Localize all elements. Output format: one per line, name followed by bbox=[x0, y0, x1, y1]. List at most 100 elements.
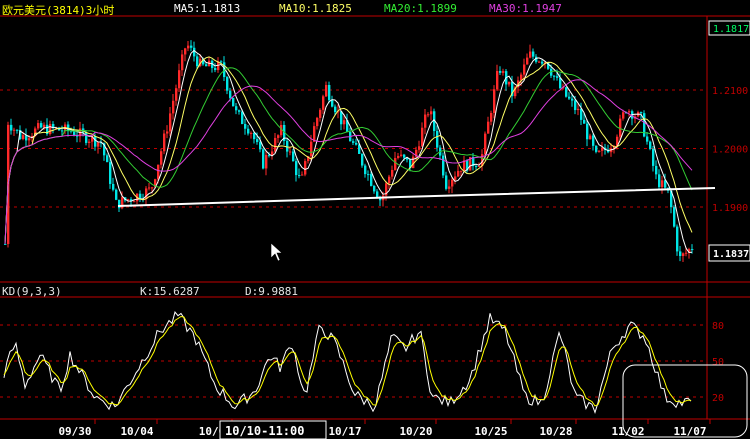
ma5-label: MA5:1.1813 bbox=[174, 2, 241, 15]
support-trendline bbox=[117, 187, 716, 207]
candle-up bbox=[313, 126, 316, 142]
candle-up bbox=[172, 100, 175, 114]
candle-up bbox=[133, 201, 136, 203]
candle-down bbox=[262, 149, 265, 169]
candle-up bbox=[250, 132, 253, 134]
candle-down bbox=[238, 110, 241, 112]
candle-down bbox=[256, 139, 259, 143]
candle-down bbox=[196, 56, 199, 67]
candle-up bbox=[487, 121, 490, 134]
date-label: 11/02 bbox=[611, 425, 644, 438]
date-label: 10/20 bbox=[399, 425, 432, 438]
candle-down bbox=[292, 151, 295, 162]
candle-up bbox=[277, 135, 280, 138]
candle-down bbox=[10, 124, 13, 131]
candle-up bbox=[322, 96, 325, 110]
candle-down bbox=[541, 61, 544, 64]
candle-up bbox=[175, 88, 178, 101]
candle-up bbox=[589, 135, 592, 140]
instrument-title: 欧元美元(3814)3小时 bbox=[2, 4, 115, 17]
candle-down bbox=[94, 136, 97, 147]
candle-down bbox=[499, 70, 502, 73]
candle-down bbox=[229, 90, 232, 98]
candle-down bbox=[109, 162, 112, 184]
candle-down bbox=[40, 123, 43, 128]
candle-down bbox=[286, 140, 289, 152]
candle-down bbox=[595, 145, 598, 152]
candle-down bbox=[568, 96, 571, 99]
ma5-line bbox=[4, 49, 693, 254]
candle-up bbox=[22, 135, 25, 140]
candle-up bbox=[430, 111, 433, 115]
candle-down bbox=[679, 251, 682, 256]
candle-up bbox=[628, 111, 631, 113]
candle-down bbox=[253, 132, 256, 140]
candle-down bbox=[658, 174, 661, 187]
candle-up bbox=[427, 114, 430, 116]
candle-up bbox=[451, 179, 454, 187]
current-price-label: 1.1837 bbox=[713, 249, 749, 260]
candle-up bbox=[484, 133, 487, 155]
candle-up bbox=[301, 174, 304, 176]
candle-up bbox=[661, 180, 664, 187]
candle-up bbox=[601, 147, 604, 151]
candle-up bbox=[310, 141, 313, 157]
date-label: 09/30 bbox=[58, 425, 91, 438]
candle-down bbox=[367, 174, 370, 176]
candle-down bbox=[361, 153, 364, 166]
date-label: 11/07 bbox=[673, 425, 706, 438]
candle-down bbox=[532, 51, 535, 57]
candle-up bbox=[490, 112, 493, 122]
candle-down bbox=[640, 112, 643, 114]
candle-up bbox=[88, 141, 91, 143]
date-label: 10/17 bbox=[328, 425, 361, 438]
kd-tick-label: 80 bbox=[712, 321, 724, 332]
candle-up bbox=[508, 81, 511, 85]
candle-up bbox=[424, 114, 427, 128]
candle-up bbox=[184, 48, 187, 55]
ma10-label: MA10:1.1825 bbox=[279, 2, 352, 15]
candle-up bbox=[454, 176, 457, 180]
candle-down bbox=[112, 183, 115, 190]
candle-down bbox=[403, 154, 406, 158]
candle-down bbox=[370, 174, 373, 186]
candle-up bbox=[148, 187, 151, 189]
candle-down bbox=[646, 136, 649, 142]
price-tick-label: 1.2100 bbox=[712, 86, 748, 97]
candle-down bbox=[373, 185, 376, 192]
candle-down bbox=[205, 64, 208, 67]
candle-up bbox=[28, 138, 31, 141]
candle-down bbox=[571, 98, 574, 101]
candle-up bbox=[163, 133, 166, 152]
candle-up bbox=[460, 170, 463, 172]
candle-down bbox=[673, 207, 676, 227]
candle-down bbox=[235, 106, 238, 111]
candle-up bbox=[523, 64, 526, 75]
candle-down bbox=[298, 175, 301, 177]
candle-up bbox=[526, 57, 529, 65]
candle-up bbox=[391, 169, 394, 177]
candle-down bbox=[295, 161, 298, 176]
candle-down bbox=[328, 85, 331, 101]
candle-down bbox=[583, 119, 586, 124]
chart-canvas: 1.2100 1.2000 1.1900 1.1817 1.1837 80 50 20 09/3… bbox=[0, 15, 750, 439]
candle-down bbox=[115, 189, 118, 200]
kd-k-value: K:15.6287 bbox=[140, 285, 200, 298]
candle-up bbox=[421, 127, 424, 147]
candle-down bbox=[556, 76, 559, 78]
candle-up bbox=[265, 154, 268, 169]
candle-up bbox=[448, 186, 451, 189]
candle-up bbox=[682, 253, 685, 256]
candle-up bbox=[493, 89, 496, 113]
candle-up bbox=[43, 124, 46, 128]
candle-up bbox=[304, 161, 307, 175]
candle-up bbox=[169, 113, 172, 132]
candle-up bbox=[178, 70, 181, 89]
candle-up bbox=[37, 123, 40, 129]
candle-up bbox=[418, 146, 421, 150]
candle-up bbox=[319, 109, 322, 118]
candle-down bbox=[241, 111, 244, 124]
candle-down bbox=[214, 68, 217, 71]
candle-up bbox=[160, 151, 163, 165]
candle-up bbox=[289, 151, 292, 153]
